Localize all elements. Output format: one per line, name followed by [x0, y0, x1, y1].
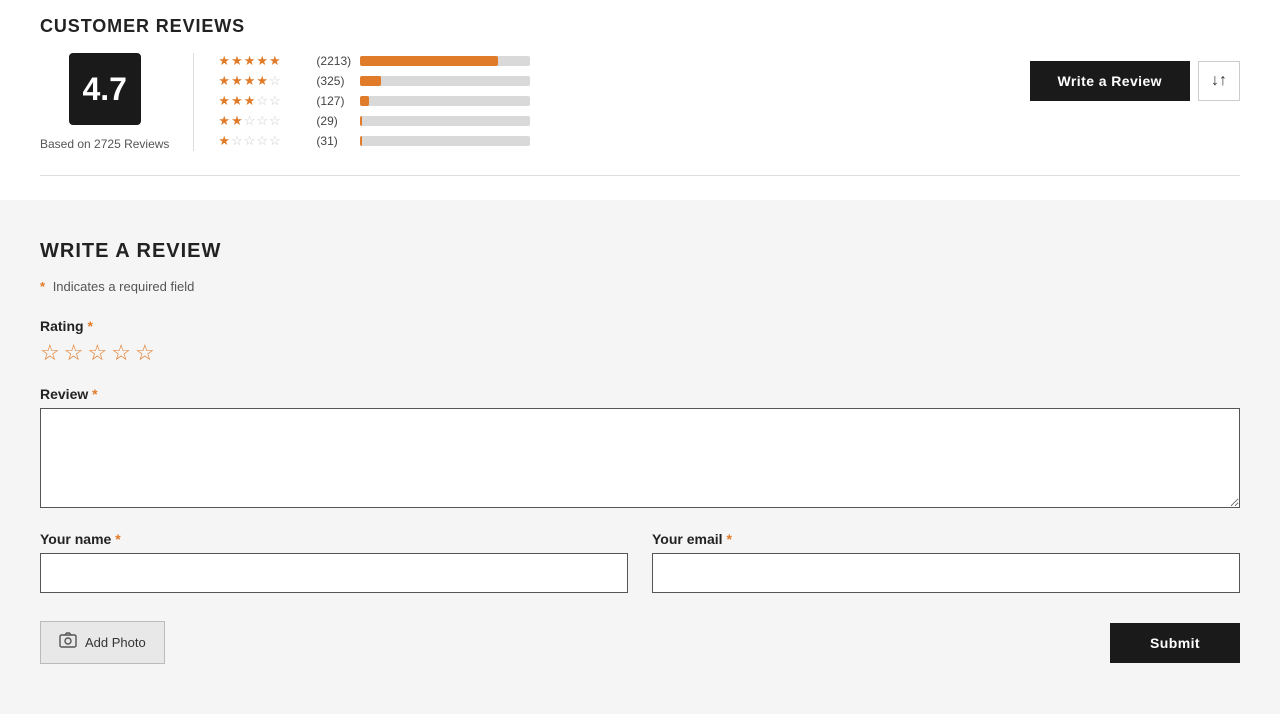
add-photo-button[interactable]: Add Photo: [40, 621, 165, 664]
bar-track: [360, 96, 530, 106]
rating-required: *: [87, 318, 92, 334]
review-label: Review *: [40, 386, 1240, 402]
bar-fill: [360, 96, 369, 106]
bar-star: ★: [231, 53, 243, 69]
actions-area: Write a Review ↓↑: [1030, 53, 1240, 101]
bar-star: ★: [218, 53, 230, 69]
bar-star: ★: [218, 113, 230, 129]
bar-fill: [360, 56, 498, 66]
name-input[interactable]: [40, 553, 628, 593]
section-title: CUSTOMER REVIEWS: [40, 16, 1240, 37]
based-on-label: Based on 2725 Reviews: [40, 137, 169, 151]
reviews-summary: 4.7 Based on 2725 Reviews ★★★★★(2213)★★★…: [40, 53, 1240, 151]
bar-star: ★: [269, 53, 281, 69]
bar-star: ★: [218, 93, 230, 109]
bar-star: ★: [231, 73, 243, 89]
bar-star: ☆: [244, 133, 256, 149]
rating-bar-row: ★★☆☆☆(29): [218, 113, 1005, 129]
bar-star: ☆: [269, 73, 281, 89]
rating-group: Rating * ☆ ☆ ☆ ☆ ☆: [40, 318, 1240, 366]
bar-count: (2213): [316, 54, 352, 68]
review-group: Review *: [40, 386, 1240, 511]
star-3[interactable]: ☆: [87, 340, 107, 366]
email-required: *: [726, 531, 731, 547]
bar-star: ★: [231, 93, 243, 109]
bar-star: ☆: [244, 113, 256, 129]
bar-stars: ★☆☆☆☆: [218, 133, 308, 149]
bar-stars: ★★★☆☆: [218, 93, 308, 109]
add-photo-icon: [59, 632, 77, 653]
sort-button[interactable]: ↓↑: [1198, 61, 1240, 101]
bar-star: ★: [244, 53, 256, 69]
bar-star: ☆: [269, 133, 281, 149]
add-photo-label: Add Photo: [85, 635, 146, 650]
bar-track: [360, 116, 530, 126]
bar-track: [360, 136, 530, 146]
bar-star: ★: [244, 93, 256, 109]
bar-star: ★: [231, 113, 243, 129]
rating-bar-row: ★★★☆☆(127): [218, 93, 1005, 109]
star-4[interactable]: ☆: [111, 340, 131, 366]
name-group: Your name *: [40, 531, 628, 593]
rating-bar-row: ★☆☆☆☆(31): [218, 133, 1005, 149]
rating-bars: ★★★★★(2213)★★★★☆(325)★★★☆☆(127)★★☆☆☆(29)…: [194, 53, 1029, 149]
bar-stars: ★★★★★: [218, 53, 308, 69]
bar-star: ☆: [269, 113, 281, 129]
rating-label: Rating *: [40, 318, 1240, 334]
form-actions: Add Photo Submit: [40, 621, 1240, 664]
name-required: *: [115, 531, 120, 547]
rating-bar-row: ★★★★★(2213): [218, 53, 1005, 69]
bar-star: ☆: [256, 93, 268, 109]
email-group: Your email *: [652, 531, 1240, 593]
bar-star: ★: [218, 133, 230, 149]
overall-rating-score: 4.7: [69, 53, 141, 125]
customer-reviews-section: CUSTOMER REVIEWS 4.7 Based on 2725 Revie…: [40, 0, 1240, 176]
review-required: *: [92, 386, 97, 402]
required-star: *: [40, 279, 45, 294]
star-2[interactable]: ☆: [64, 340, 84, 366]
bar-stars: ★★☆☆☆: [218, 113, 308, 129]
star-rating-input[interactable]: ☆ ☆ ☆ ☆ ☆: [40, 340, 1240, 366]
bar-star: ★: [244, 73, 256, 89]
bar-star: ★: [256, 53, 268, 69]
bar-fill: [360, 116, 362, 126]
rating-box-wrapper: 4.7 Based on 2725 Reviews: [40, 53, 194, 151]
bar-star: ★: [218, 73, 230, 89]
review-textarea[interactable]: [40, 408, 1240, 508]
form-title: WRITE A REVIEW: [40, 240, 1240, 263]
bar-star: ☆: [269, 93, 281, 109]
bar-fill: [360, 76, 380, 86]
submit-button[interactable]: Submit: [1110, 623, 1240, 663]
write-review-section: WRITE A REVIEW * Indicates a required fi…: [0, 200, 1280, 714]
bar-fill: [360, 136, 362, 146]
bar-star: ☆: [231, 133, 243, 149]
name-email-row: Your name * Your email *: [40, 531, 1240, 613]
bar-count: (31): [316, 134, 352, 148]
star-5[interactable]: ☆: [135, 340, 155, 366]
bar-star: ★: [256, 73, 268, 89]
rating-bar-row: ★★★★☆(325): [218, 73, 1005, 89]
bar-star: ☆: [256, 133, 268, 149]
bar-count: (127): [316, 94, 352, 108]
bar-track: [360, 76, 530, 86]
star-1[interactable]: ☆: [40, 340, 60, 366]
bar-stars: ★★★★☆: [218, 73, 308, 89]
write-review-button[interactable]: Write a Review: [1030, 61, 1190, 101]
bar-star: ☆: [256, 113, 268, 129]
name-label: Your name *: [40, 531, 628, 547]
bar-count: (29): [316, 114, 352, 128]
required-note: * Indicates a required field: [40, 279, 1240, 294]
email-label: Your email *: [652, 531, 1240, 547]
email-input[interactable]: [652, 553, 1240, 593]
bar-count: (325): [316, 74, 352, 88]
bar-track: [360, 56, 530, 66]
